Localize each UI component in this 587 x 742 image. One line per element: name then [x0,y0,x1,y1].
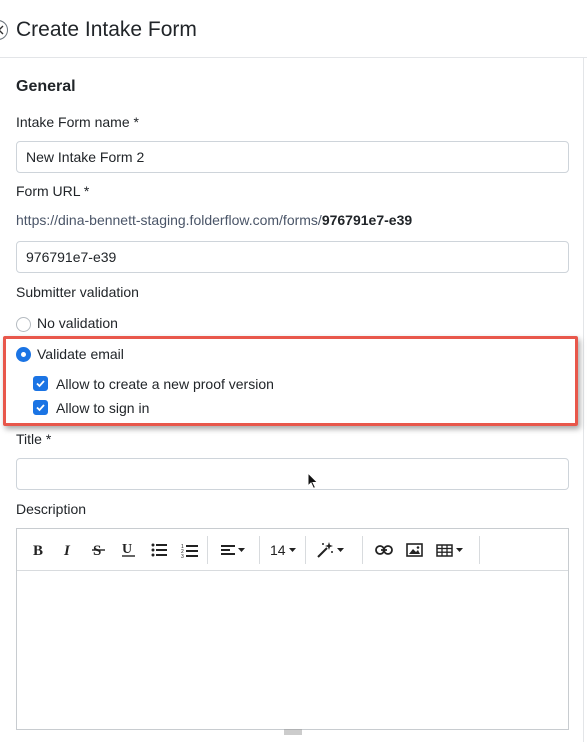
resize-grip-icon [284,729,302,735]
chevron-left-icon [0,25,4,35]
title-label: Title * [16,431,52,447]
highlight-annotation-box [3,336,578,426]
mouse-cursor-icon [307,471,319,495]
toolbar-divider [362,536,363,564]
description-editor[interactable]: B I S U 123 14 [16,528,569,735]
no-validation-radio[interactable] [16,317,31,332]
caret-down-icon [288,548,296,552]
svg-text:3: 3 [181,554,184,558]
form-url-slug: 976791e7-e39 [321,212,413,228]
table-dropdown[interactable] [436,540,463,560]
editor-resize-handle[interactable] [284,722,302,740]
description-label: Description [16,501,87,517]
caret-down-icon [456,548,463,552]
numbered-list-icon[interactable]: 123 [181,540,198,560]
section-title-general: General [16,78,76,95]
table-icon [436,543,453,557]
bold-icon[interactable]: B [31,540,47,560]
editor-toolbar: B I S U 123 14 [17,529,568,571]
toolbar-divider [259,536,260,564]
svg-text:I: I [63,543,71,558]
back-button[interactable] [0,20,8,40]
align-icon [221,545,235,555]
form-url-base: https://dina-bennett-staging.folderflow.… [16,212,322,228]
font-size-value: 14 [270,542,286,558]
align-dropdown[interactable] [221,540,245,560]
page-title: Create Intake Form [16,18,197,41]
submitter-validation-label: Submitter validation [16,284,139,300]
bullet-list-icon[interactable] [151,540,167,560]
italic-icon[interactable]: I [61,540,77,560]
font-size-dropdown[interactable]: 14 [270,540,296,560]
magic-wand-icon [317,542,333,558]
toolbar-divider [305,536,306,564]
image-icon[interactable] [406,540,423,560]
toolbar-divider [207,536,208,564]
caret-down-icon [238,548,245,552]
page-header: Create Intake Form [0,0,587,58]
form-name-label: Intake Form name * [16,114,139,130]
form-name-input[interactable] [16,141,569,173]
strikethrough-icon[interactable]: S [91,540,107,560]
form-url-preview: https://dina-bennett-staging.folderflow.… [16,212,412,228]
title-input[interactable] [16,458,569,490]
caret-down-icon [337,548,344,552]
link-icon[interactable] [375,540,393,560]
svg-text:B: B [33,543,43,558]
panel-divider [583,58,584,742]
no-validation-label[interactable]: No validation [37,315,118,331]
form-url-label: Form URL * [16,183,90,199]
form-slug-input[interactable] [16,241,569,273]
svg-text:U: U [122,542,132,557]
magic-wand-dropdown[interactable] [317,540,344,560]
underline-icon[interactable]: U [121,540,137,560]
toolbar-divider [479,536,480,564]
